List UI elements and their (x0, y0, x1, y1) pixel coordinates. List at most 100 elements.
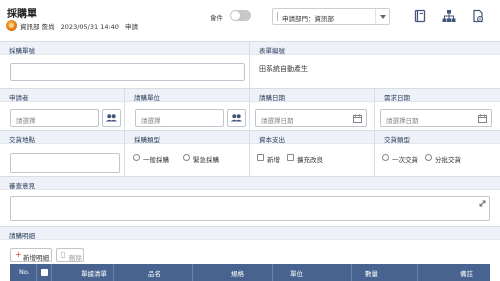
option-label: 新增 (267, 156, 280, 164)
add-detail-button[interactable]: + 新增明細 (10, 248, 52, 262)
select-divider (277, 12, 278, 21)
dept-select[interactable]: 申請部門：資訊部 (272, 8, 390, 25)
org-chart-icon[interactable] (442, 9, 456, 23)
field-delivery-type: 交貨類型 一次交貨 分批交貨 (375, 131, 500, 176)
field-label: 資本支出 (259, 136, 285, 144)
radio-one-time[interactable] (382, 154, 389, 161)
placeholder-text: 請選擇 (16, 117, 36, 125)
request-date-input[interactable]: 請選擇日期 (255, 109, 367, 127)
field-label: 需求日期 (384, 94, 410, 102)
field-review-opinion: 審查意見 (0, 177, 500, 226)
users-icon[interactable] (102, 109, 121, 127)
field-label-bg: 交貨地點 (0, 131, 124, 144)
form-no-value: 田系統自動產生 (259, 65, 308, 73)
option-label: 擴充改良 (297, 156, 323, 164)
field-label: 交貨類型 (384, 136, 410, 144)
author-name: 資訊部 詹尚 (20, 23, 55, 31)
field-label: 採購單號 (9, 47, 35, 55)
select-all-header (37, 264, 52, 281)
field-label: 表單編號 (259, 47, 285, 55)
field-label-bg: 請購日期 (250, 89, 374, 102)
field-label: 申請者 (9, 94, 29, 102)
placeholder-text: 請選擇 (141, 117, 161, 125)
checkbox-new[interactable] (257, 154, 264, 161)
chevron-down-icon[interactable] (375, 9, 389, 24)
field-applicant: 申請者 請選擇 (0, 89, 125, 130)
column-header: 單據清單 (52, 264, 114, 281)
page-title: 採購單 (7, 9, 37, 20)
details-table-header: No. 單據清單 品名 規格 單位 數量 備註 (10, 264, 490, 281)
details-label-bg: 請購明細 (0, 227, 500, 240)
cc-label: 會件 (210, 14, 223, 22)
form-row-4: 審查意見 (0, 176, 500, 226)
review-opinion-textarea[interactable] (10, 196, 490, 221)
checkbox-expand[interactable] (287, 154, 294, 161)
author-info: 資訊部 詹尚 2023/05/31 14:40 申請 (20, 21, 142, 31)
field-request-unit: 請購單位 請選擇 (125, 89, 250, 130)
radio-general[interactable] (133, 154, 140, 161)
timestamp: 2023/05/31 14:40 (60, 23, 119, 31)
calendar-icon[interactable] (353, 114, 362, 123)
delete-label: 刪除 (69, 254, 82, 262)
field-label-bg: 資本支出 (250, 131, 374, 144)
select-all-checkbox[interactable] (41, 269, 48, 276)
details-label: 請購明細 (9, 232, 35, 240)
field-label-bg: 表單編號 (250, 42, 500, 55)
form-row-3: 交貨地點 採購類型 一般採購 緊急採購 資本支出 新增 擴充改良 交貨類型 一次… (0, 130, 500, 176)
radio-batch[interactable] (425, 154, 432, 161)
trash-icon: ▯ (61, 250, 66, 259)
calendar-icon[interactable] (478, 114, 487, 123)
plus-icon: + (15, 250, 22, 259)
field-form-no: 表單編號 田系統自動產生 (250, 42, 500, 88)
column-header: 規格 (193, 264, 273, 281)
toggle-knob (231, 11, 240, 20)
field-label-bg: 請購單位 (125, 89, 249, 102)
option-label: 分批交貨 (435, 156, 461, 164)
field-label: 請購日期 (259, 94, 285, 102)
field-delivery-place: 交貨地點 (0, 131, 125, 176)
delivery-place-input[interactable] (10, 153, 120, 173)
column-header: 單位 (273, 264, 352, 281)
users-icon[interactable] (227, 109, 246, 127)
request-unit-input[interactable]: 請選擇 (135, 109, 224, 127)
form-row-2: 申請者 請選擇 請購單位 請選擇 請購日期 請選擇日期 需求日期 請選擇日期 (0, 88, 500, 130)
radio-urgent[interactable] (183, 154, 190, 161)
option-label: 緊急採購 (193, 156, 219, 164)
need-date-input[interactable]: 請選擇日期 (380, 109, 492, 127)
field-label-bg: 採購類型 (125, 131, 249, 144)
field-label-bg: 需求日期 (375, 89, 500, 102)
field-label: 採購類型 (134, 136, 160, 144)
avatar (6, 20, 17, 31)
field-label-bg: 採購單號 (0, 42, 249, 55)
option-label: 一次交貨 (392, 156, 418, 164)
status-text: 申請 (125, 23, 138, 31)
cc-toggle[interactable] (230, 10, 251, 21)
field-label-bg: 申請者 (0, 89, 124, 102)
option-label: 一般採購 (143, 156, 169, 164)
book-icon[interactable] (413, 9, 427, 23)
field-label-bg: 審查意見 (0, 177, 500, 190)
field-capital-expense: 資本支出 新增 擴充改良 (250, 131, 375, 176)
field-purchase-type: 採購類型 一般採購 緊急採購 (125, 131, 250, 176)
placeholder-text: 請選擇日期 (261, 117, 294, 125)
field-label-bg: 交貨類型 (375, 131, 500, 144)
purchase-no-input[interactable] (10, 63, 245, 81)
delete-button[interactable]: ▯ 刪除 (56, 248, 84, 262)
add-detail-label: 新增明細 (23, 254, 49, 262)
field-label: 請購單位 (134, 94, 160, 102)
column-header: No. (10, 264, 37, 281)
column-header: 備註 (460, 270, 473, 278)
dept-select-value: 申請部門：資訊部 (282, 15, 334, 23)
document-settings-icon[interactable] (471, 9, 485, 23)
field-request-date: 請購日期 請選擇日期 (250, 89, 375, 130)
expand-icon[interactable] (479, 200, 486, 207)
applicant-input[interactable]: 請選擇 (10, 109, 99, 127)
field-need-date: 需求日期 請選擇日期 (375, 89, 500, 130)
placeholder-text: 請選擇日期 (386, 117, 419, 125)
page-header: 採購單 資訊部 詹尚 2023/05/31 14:40 申請 會件 申請部門：資… (0, 0, 500, 40)
field-label: 交貨地點 (9, 136, 35, 144)
column-header: 品名 (114, 264, 193, 281)
field-label: 審查意見 (9, 182, 35, 190)
column-header: 數量 (352, 264, 418, 281)
field-purchase-no: 採購單號 (0, 42, 250, 88)
